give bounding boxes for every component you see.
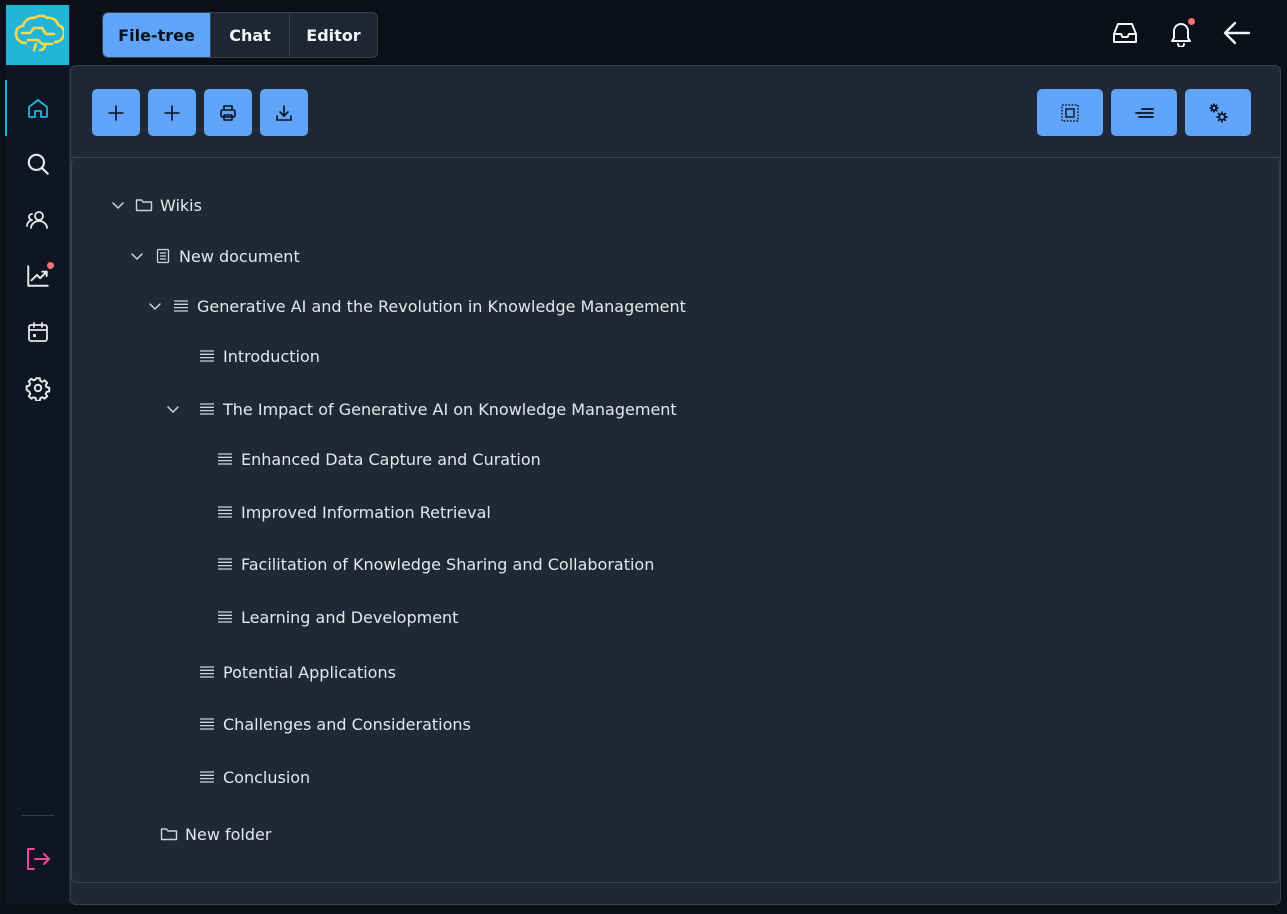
tree-node-label: New document — [179, 246, 300, 266]
tree-node-label: New folder — [185, 824, 272, 844]
tree-node-wikis[interactable]: Wikis — [109, 193, 202, 217]
file-tree: Wikis New document Generative AI and the… — [71, 158, 1280, 883]
nav-users[interactable] — [5, 198, 70, 242]
section-lines-icon — [198, 344, 216, 368]
home-icon — [27, 99, 48, 118]
panel-footer — [71, 883, 1280, 904]
nav-home[interactable] — [5, 80, 70, 136]
tree-node-label: Improved Information Retrieval — [241, 502, 491, 522]
tree-node-section[interactable]: Generative AI and the Revolution in Know… — [146, 294, 686, 318]
chevron-down-icon[interactable] — [128, 244, 146, 268]
cogs-icon — [1209, 103, 1228, 122]
section-lines-icon — [216, 500, 234, 524]
tree-node-new-folder[interactable]: New folder — [160, 822, 271, 846]
inbox-icon — [1113, 23, 1137, 43]
tree-node-section[interactable]: Challenges and Considerations — [198, 712, 471, 736]
section-lines-icon — [198, 765, 216, 789]
view-tabs: File-tree Chat Editor — [102, 12, 378, 58]
add-icon — [164, 104, 180, 121]
add-button-2[interactable] — [148, 89, 196, 136]
chevron-down-icon[interactable] — [146, 294, 164, 318]
text-align-button[interactable] — [1111, 89, 1177, 136]
add-icon — [108, 104, 124, 121]
nav-calendar[interactable] — [5, 310, 70, 354]
back-button[interactable] — [1220, 16, 1254, 50]
chevron-down-icon[interactable] — [164, 397, 182, 421]
tree-node-new-document[interactable]: New document — [128, 244, 300, 268]
document-icon — [154, 244, 172, 268]
nav-settings[interactable] — [5, 366, 70, 410]
back-arrow-icon — [1223, 21, 1251, 45]
notification-badge — [1188, 18, 1195, 25]
print-button[interactable] — [204, 89, 252, 136]
analytics-badge — [47, 262, 54, 269]
tree-node-label: Learning and Development — [241, 607, 459, 627]
tree-node-section[interactable]: Conclusion — [198, 765, 310, 789]
download-icon — [276, 104, 292, 121]
tab-editor[interactable]: Editor — [290, 13, 377, 57]
main-panel: Wikis New document Generative AI and the… — [70, 65, 1281, 905]
cogs-button[interactable] — [1185, 89, 1251, 136]
tree-node-label: Wikis — [160, 195, 202, 215]
logout-button[interactable] — [5, 837, 70, 881]
print-icon — [220, 104, 236, 121]
tree-node-label: Challenges and Considerations — [223, 714, 471, 734]
notifications-button[interactable] — [1164, 16, 1198, 50]
chevron-down-icon[interactable] — [109, 193, 127, 217]
tree-node-label: Facilitation of Knowledge Sharing and Co… — [241, 554, 655, 574]
tree-node-label: Conclusion — [223, 767, 311, 787]
tab-file-tree[interactable]: File-tree — [103, 13, 211, 57]
tree-node-section[interactable]: The Impact of Generative AI on Knowledge… — [164, 397, 677, 421]
nav-analytics[interactable] — [5, 254, 70, 298]
sidebar — [5, 5, 70, 904]
users-icon — [25, 211, 48, 229]
nav-search[interactable] — [5, 142, 70, 186]
folder-icon — [160, 822, 178, 846]
download-button[interactable] — [260, 89, 308, 136]
search-icon — [27, 153, 49, 175]
tree-node-label: Potential Applications — [223, 662, 396, 682]
folder-icon — [135, 193, 153, 217]
add-button-1[interactable] — [92, 89, 140, 136]
tree-node-section[interactable]: Introduction — [198, 344, 320, 368]
section-lines-icon — [198, 660, 216, 684]
text-align-icon — [1135, 107, 1154, 118]
toolbar — [71, 66, 1280, 158]
tree-node-section[interactable]: Improved Information Retrieval — [216, 500, 491, 524]
tab-chat[interactable]: Chat — [211, 13, 290, 57]
section-lines-icon — [172, 294, 190, 318]
tree-node-section[interactable]: Enhanced Data Capture and Curation — [216, 447, 541, 471]
tree-node-label: The Impact of Generative AI on Knowledge… — [223, 399, 677, 419]
calendar-icon — [27, 322, 48, 342]
inbox-button[interactable] — [1108, 16, 1142, 50]
logout-icon — [26, 848, 50, 870]
tree-node-label: Introduction — [223, 346, 320, 366]
settings-icon — [25, 377, 50, 401]
tree-node-label: Enhanced Data Capture and Curation — [241, 449, 541, 469]
tree-node-section[interactable]: Potential Applications — [198, 660, 396, 684]
section-lines-icon — [198, 397, 216, 421]
brain-logo-icon[interactable] — [6, 5, 69, 65]
section-lines-icon — [216, 605, 234, 629]
select-all-icon — [1061, 103, 1079, 122]
sidebar-divider — [21, 815, 54, 816]
tree-node-label: Generative AI and the Revolution in Know… — [197, 296, 686, 316]
section-lines-icon — [216, 447, 234, 471]
section-lines-icon — [198, 712, 216, 736]
section-lines-icon — [216, 552, 234, 576]
tree-node-section[interactable]: Learning and Development — [216, 605, 458, 629]
select-all-button[interactable] — [1037, 89, 1103, 136]
tree-node-section[interactable]: Facilitation of Knowledge Sharing and Co… — [216, 552, 654, 576]
